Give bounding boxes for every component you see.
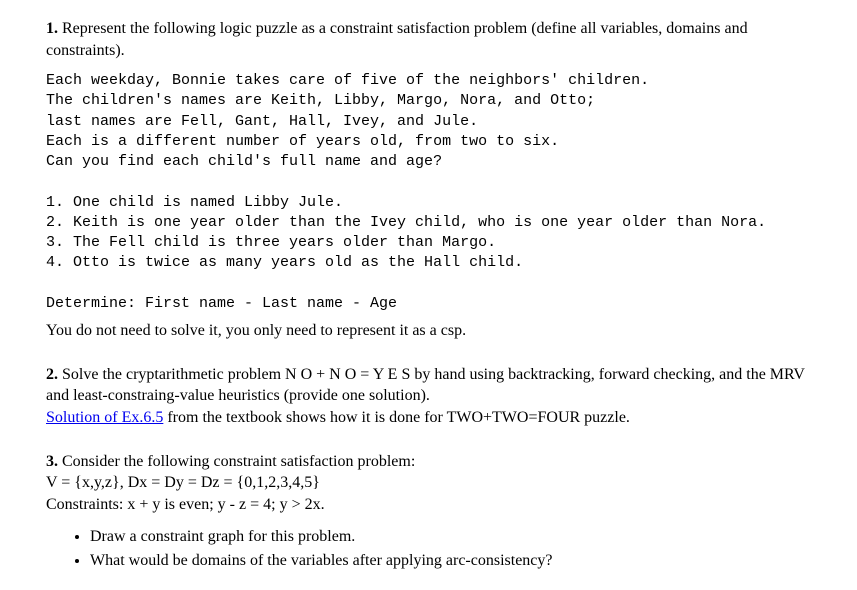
q2-prompt: Solve the cryptarithmetic problem N O + … xyxy=(46,366,805,405)
q3-bullet-list: Draw a constraint graph for this problem… xyxy=(72,525,811,571)
q2-heading: 2. Solve the cryptarithmetic problem N O… xyxy=(46,364,811,429)
q1-prompt: Represent the following logic puzzle as … xyxy=(46,20,748,59)
page-container: 1. Represent the following logic puzzle … xyxy=(0,0,857,590)
q3-bullet-1: Draw a constraint graph for this problem… xyxy=(90,525,811,548)
q1-code-block: Each weekday, Bonnie takes care of five … xyxy=(46,71,811,314)
q2-after-link: from the textbook shows how it is done f… xyxy=(163,409,630,426)
q2-number: 2. xyxy=(46,366,58,383)
q3-number: 3. xyxy=(46,453,58,470)
q3-line3: Constraints: x + y is even; y - z = 4; y… xyxy=(46,496,325,513)
q1-closing: You do not need to solve it, you only ne… xyxy=(46,320,811,342)
q1-number: 1. xyxy=(46,20,58,37)
q3-heading: 3. Consider the following constraint sat… xyxy=(46,451,811,516)
q3-line1: Consider the following constraint satisf… xyxy=(62,453,415,470)
q3-line2: V = {x,y,z}, Dx = Dy = Dz = {0,1,2,3,4,5… xyxy=(46,474,320,491)
q3-bullet-2: What would be domains of the variables a… xyxy=(90,549,811,572)
q1-heading: 1. Represent the following logic puzzle … xyxy=(46,18,811,61)
q2-solution-link[interactable]: Solution of Ex.6.5 xyxy=(46,409,163,426)
